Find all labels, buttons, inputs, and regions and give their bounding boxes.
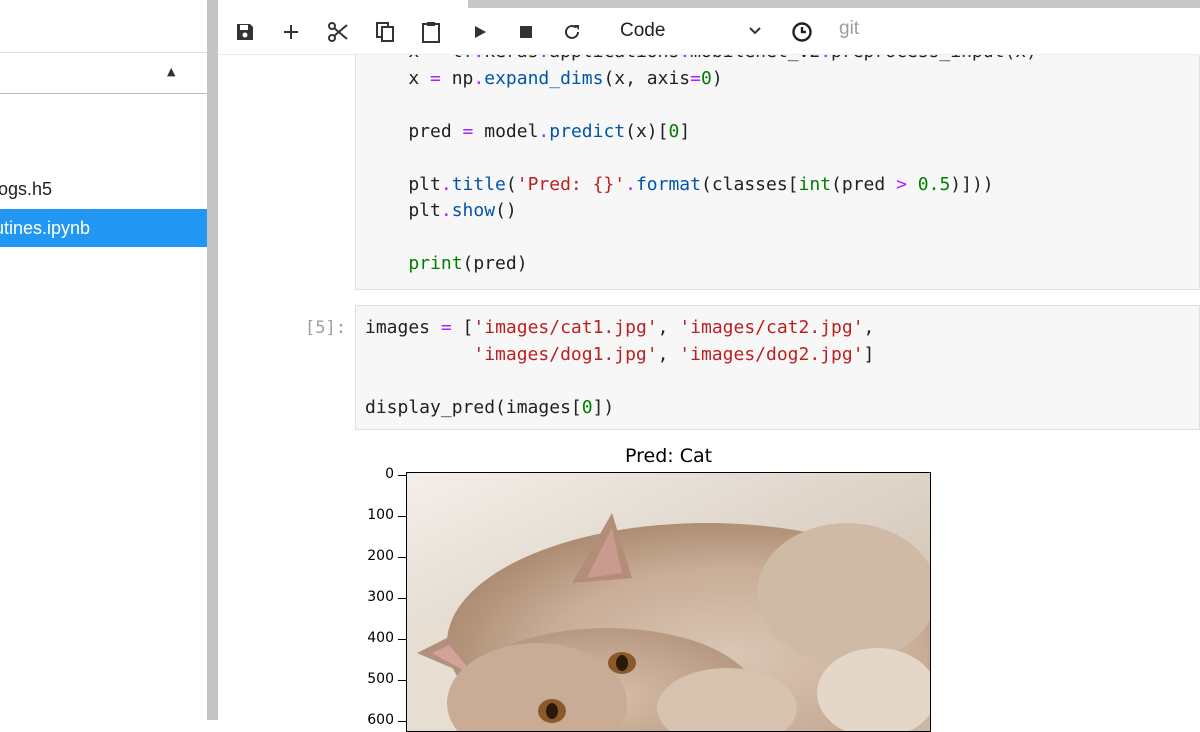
code-cell-input[interactable]: images = ['images/cat1.jpg', 'images/cat… bbox=[355, 305, 1200, 430]
sort-ascending-icon[interactable]: ▲ bbox=[167, 65, 175, 78]
file-item-logs-h5[interactable]: logs.h5 bbox=[0, 170, 207, 208]
cell-type-label: Code bbox=[620, 20, 666, 41]
tab-bar bbox=[218, 0, 1200, 8]
y-tick-mark bbox=[398, 475, 406, 476]
kernel-status-icon[interactable] bbox=[790, 20, 814, 44]
cell-prompt: [5]: bbox=[305, 318, 346, 338]
y-tick-mark bbox=[398, 721, 406, 722]
panel-splitter[interactable] bbox=[207, 0, 218, 720]
plot-title: Pred: Cat bbox=[625, 445, 713, 467]
y-tick-label: 0 bbox=[385, 466, 394, 482]
output-image-cat bbox=[406, 472, 931, 732]
add-cell-icon[interactable] bbox=[279, 20, 303, 44]
chevron-down-icon bbox=[748, 16, 762, 56]
git-label[interactable]: git bbox=[839, 18, 859, 40]
y-tick-label: 600 bbox=[367, 712, 394, 728]
y-tick-label: 400 bbox=[367, 630, 394, 646]
file-item-notebook[interactable]: utines.ipynb bbox=[0, 209, 207, 247]
y-tick-label: 300 bbox=[367, 589, 394, 605]
file-item-label: utines.ipynb bbox=[0, 218, 91, 238]
code-content: images = ['images/cat1.jpg', 'images/cat… bbox=[365, 317, 875, 418]
y-tick-label: 200 bbox=[367, 548, 394, 564]
file-browser: ▲ logs.h5 utines.ipynb bbox=[0, 0, 207, 720]
file-browser-header[interactable]: ▲ bbox=[0, 52, 207, 94]
run-icon[interactable] bbox=[468, 20, 492, 44]
y-tick-mark bbox=[398, 680, 406, 681]
code-content: x = tf.keras.applications.mobilenet_v2.p… bbox=[408, 41, 1037, 274]
stop-icon[interactable] bbox=[514, 20, 538, 44]
cell-type-dropdown[interactable]: Code bbox=[620, 16, 768, 46]
file-item-label: logs.h5 bbox=[0, 179, 53, 199]
y-tick-mark bbox=[398, 516, 406, 517]
y-tick-mark bbox=[398, 557, 406, 558]
copy-icon[interactable] bbox=[373, 20, 397, 44]
y-tick-mark bbox=[398, 639, 406, 640]
paste-icon[interactable] bbox=[419, 20, 443, 44]
save-icon[interactable] bbox=[233, 20, 257, 44]
y-tick-label: 100 bbox=[367, 507, 394, 523]
active-tab[interactable] bbox=[218, 0, 468, 8]
cat-photo bbox=[407, 473, 930, 731]
y-tick-mark bbox=[398, 598, 406, 599]
cut-icon[interactable] bbox=[326, 20, 350, 44]
code-cell-input[interactable]: x = tf.keras.applications.mobilenet_v2.p… bbox=[355, 30, 1200, 290]
y-tick-label: 500 bbox=[367, 671, 394, 687]
notebook-toolbar: Code git bbox=[218, 8, 1200, 55]
restart-icon[interactable] bbox=[560, 20, 584, 44]
